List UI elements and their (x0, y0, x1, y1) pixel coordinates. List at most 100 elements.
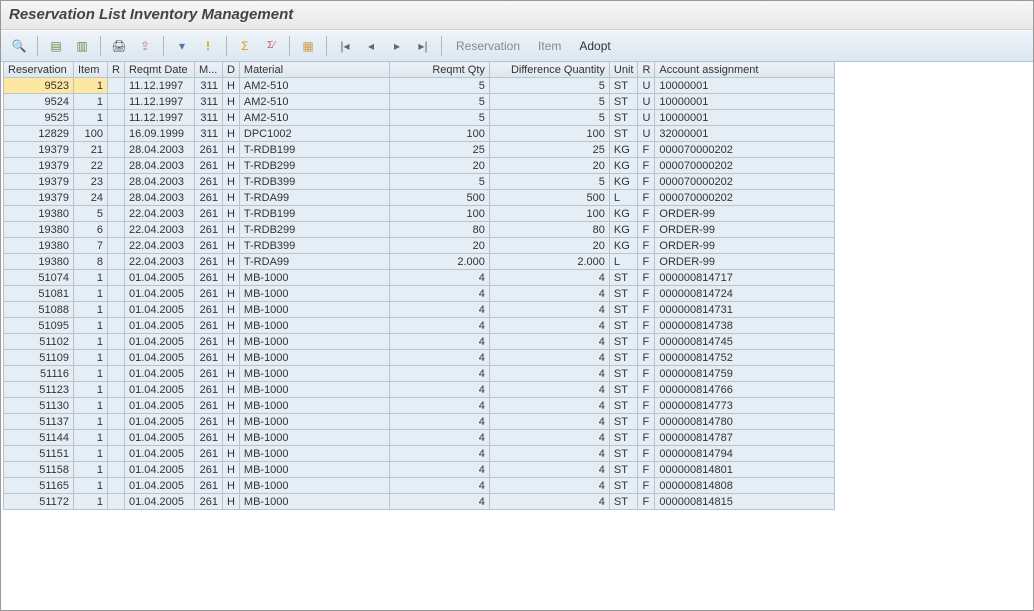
cell-item[interactable]: 1 (74, 302, 108, 318)
cell-diff[interactable]: 500 (489, 190, 609, 206)
col-reqmt-date[interactable]: Reqmt Date (124, 62, 194, 78)
cell-account[interactable]: ORDER-99 (655, 222, 835, 238)
cell-qty[interactable]: 4 (389, 430, 489, 446)
cell-account[interactable]: 000070000202 (655, 190, 835, 206)
cell-reservation[interactable]: 19379 (4, 142, 74, 158)
cell-material[interactable]: MB-1000 (239, 318, 389, 334)
cell-item[interactable]: 1 (74, 398, 108, 414)
cell-d[interactable]: H (222, 270, 239, 286)
table-row[interactable]: 51123101.04.2005261HMB-100044STF00000081… (4, 382, 835, 398)
cell-unit[interactable]: ST (609, 78, 638, 94)
cell-item[interactable]: 100 (74, 126, 108, 142)
cell-m[interactable]: 261 (194, 142, 222, 158)
cell-r1[interactable] (108, 190, 125, 206)
cell-r1[interactable] (108, 350, 125, 366)
cell-r1[interactable] (108, 110, 125, 126)
cell-item[interactable]: 1 (74, 318, 108, 334)
cell-unit[interactable]: ST (609, 334, 638, 350)
table-row[interactable]: 193792228.04.2003261HT-RDB2992020KGF0000… (4, 158, 835, 174)
cell-qty[interactable]: 4 (389, 382, 489, 398)
cell-date[interactable]: 22.04.2003 (124, 238, 194, 254)
cell-r1[interactable] (108, 334, 125, 350)
cell-date[interactable]: 01.04.2005 (124, 478, 194, 494)
cell-m[interactable]: 261 (194, 366, 222, 382)
cell-material[interactable]: MB-1000 (239, 446, 389, 462)
col-reservation[interactable]: Reservation (4, 62, 74, 78)
cell-material[interactable]: MB-1000 (239, 478, 389, 494)
cell-item[interactable]: 1 (74, 462, 108, 478)
cell-reservation[interactable]: 19380 (4, 238, 74, 254)
cell-diff[interactable]: 5 (489, 94, 609, 110)
cell-qty[interactable]: 5 (389, 174, 489, 190)
cell-d[interactable]: H (222, 254, 239, 270)
cell-m[interactable]: 311 (194, 110, 222, 126)
details-button[interactable]: 🔍 (7, 34, 31, 58)
table-row[interactable]: 193792128.04.2003261HT-RDB1992525KGF0000… (4, 142, 835, 158)
cell-r1[interactable] (108, 414, 125, 430)
cell-diff[interactable]: 4 (489, 430, 609, 446)
cell-r2[interactable]: F (638, 158, 655, 174)
cell-m[interactable]: 261 (194, 430, 222, 446)
col-m[interactable]: M... (194, 62, 222, 78)
cell-diff[interactable]: 20 (489, 158, 609, 174)
cell-date[interactable]: 01.04.2005 (124, 350, 194, 366)
cell-account[interactable]: 000000814759 (655, 366, 835, 382)
cell-date[interactable]: 01.04.2005 (124, 462, 194, 478)
cell-account[interactable]: 000000814815 (655, 494, 835, 510)
cell-unit[interactable]: ST (609, 494, 638, 510)
cell-account[interactable]: ORDER-99 (655, 238, 835, 254)
cell-m[interactable]: 261 (194, 286, 222, 302)
cell-d[interactable]: H (222, 478, 239, 494)
cell-account[interactable]: 000070000202 (655, 158, 835, 174)
cell-d[interactable]: H (222, 238, 239, 254)
cell-m[interactable]: 261 (194, 494, 222, 510)
cell-m[interactable]: 261 (194, 190, 222, 206)
cell-r2[interactable]: F (638, 206, 655, 222)
col-d[interactable]: D (222, 62, 239, 78)
cell-qty[interactable]: 4 (389, 366, 489, 382)
cell-reservation[interactable]: 9524 (4, 94, 74, 110)
table-row[interactable]: 51088101.04.2005261HMB-100044STF00000081… (4, 302, 835, 318)
cell-date[interactable]: 16.09.1999 (124, 126, 194, 142)
cell-diff[interactable]: 4 (489, 446, 609, 462)
cell-d[interactable]: H (222, 206, 239, 222)
cell-unit[interactable]: KG (609, 206, 638, 222)
cell-unit[interactable]: L (609, 190, 638, 206)
cell-diff[interactable]: 4 (489, 462, 609, 478)
cell-item[interactable]: 23 (74, 174, 108, 190)
cell-diff[interactable]: 4 (489, 478, 609, 494)
col-r1[interactable]: R (108, 62, 125, 78)
cell-d[interactable]: H (222, 318, 239, 334)
cell-account[interactable]: 000000814717 (655, 270, 835, 286)
cell-diff[interactable]: 4 (489, 286, 609, 302)
cell-qty[interactable]: 4 (389, 350, 489, 366)
cell-material[interactable]: MB-1000 (239, 430, 389, 446)
adopt-menu[interactable]: Adopt (571, 39, 618, 53)
cell-material[interactable]: AM2-510 (239, 110, 389, 126)
reservation-menu[interactable]: Reservation (448, 39, 528, 53)
cell-m[interactable]: 261 (194, 398, 222, 414)
cell-d[interactable]: H (222, 78, 239, 94)
cell-reservation[interactable]: 51116 (4, 366, 74, 382)
cell-r1[interactable] (108, 366, 125, 382)
col-reqmt-qty[interactable]: Reqmt Qty (389, 62, 489, 78)
cell-d[interactable]: H (222, 334, 239, 350)
cell-qty[interactable]: 4 (389, 270, 489, 286)
cell-diff[interactable]: 25 (489, 142, 609, 158)
cell-m[interactable]: 261 (194, 174, 222, 190)
cell-diff[interactable]: 4 (489, 318, 609, 334)
cell-r2[interactable]: F (638, 430, 655, 446)
doc-button[interactable]: ▤ (44, 34, 68, 58)
cell-reservation[interactable]: 51144 (4, 430, 74, 446)
cell-qty[interactable]: 5 (389, 110, 489, 126)
cell-item[interactable]: 6 (74, 222, 108, 238)
cell-reservation[interactable]: 51095 (4, 318, 74, 334)
cell-d[interactable]: H (222, 462, 239, 478)
info-button[interactable]: ! (196, 34, 220, 58)
cell-date[interactable]: 22.04.2003 (124, 206, 194, 222)
cell-m[interactable]: 261 (194, 382, 222, 398)
cell-account[interactable]: 000000814738 (655, 318, 835, 334)
cell-diff[interactable]: 2.000 (489, 254, 609, 270)
table-row[interactable]: 51095101.04.2005261HMB-100044STF00000081… (4, 318, 835, 334)
cell-unit[interactable]: ST (609, 302, 638, 318)
